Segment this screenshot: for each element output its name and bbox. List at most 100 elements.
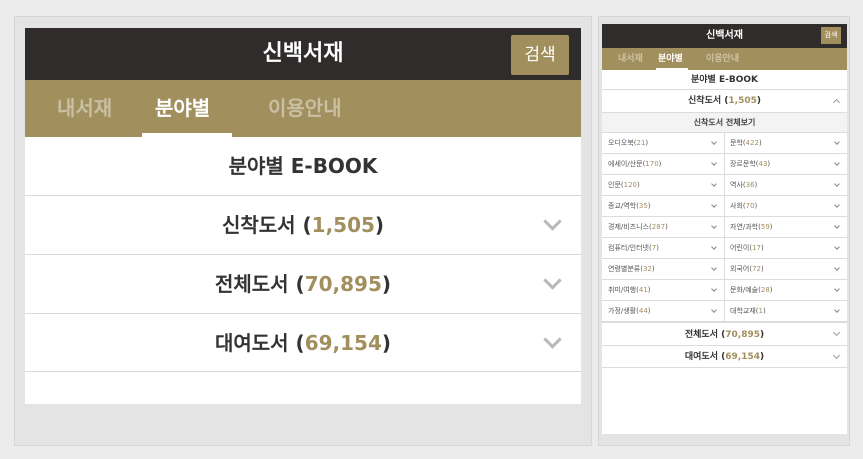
category-name: 문학 xyxy=(730,139,743,147)
category-item[interactable]: 오디오북(21) xyxy=(602,133,724,154)
category-name: 인문 xyxy=(608,181,621,189)
row-label: 전체도서 xyxy=(214,272,289,296)
category-count: 72 xyxy=(752,265,761,273)
category-name: 경제/비즈니스 xyxy=(608,223,649,231)
tab-by-category[interactable]: 분야별 xyxy=(658,48,683,70)
search-button[interactable]: 검색 xyxy=(821,27,841,44)
category-count: 36 xyxy=(745,181,755,189)
category-count: 44 xyxy=(638,307,648,315)
chevron-down-icon xyxy=(543,329,562,349)
chevron-down-icon xyxy=(711,265,717,271)
row-rented-books[interactable]: 대여도서 (69,154) xyxy=(602,346,847,368)
category-item[interactable]: 에세이/산문(170) xyxy=(602,154,724,175)
chevron-down-icon xyxy=(832,328,841,337)
row-new-books[interactable]: 신착도서 (1,505) xyxy=(602,90,847,113)
chevron-down-icon xyxy=(711,286,717,292)
row-count: 69,154 xyxy=(304,331,382,355)
category-item[interactable]: 장르문학(43) xyxy=(724,154,847,175)
category-grid: 오디오북(21) 문학(422) 에세이/산문(170) 장르문학(43) 인문(120… xyxy=(602,133,847,322)
chevron-down-icon xyxy=(834,202,840,208)
section-title: 분야별 E-BOOK xyxy=(602,70,847,90)
category-item[interactable]: 컴퓨터/인터넷(7) xyxy=(602,238,724,259)
category-count: 287 xyxy=(651,223,666,231)
row-new-books[interactable]: 신착도서 (1,505) xyxy=(25,196,581,255)
search-button[interactable]: 검색 xyxy=(511,35,569,75)
category-item[interactable]: 문화/예술(28) xyxy=(724,280,847,301)
category-item[interactable]: 경제/비즈니스(287) xyxy=(602,217,724,238)
tab-bar: 내서재 분야별 이용안내 xyxy=(602,48,847,70)
chevron-down-icon xyxy=(543,212,562,231)
row-rented-books[interactable]: 대여도서 (69,154) xyxy=(25,314,581,372)
tab-bar: 내서재 분야별 이용안내 xyxy=(25,80,581,137)
tab-by-category[interactable]: 분야별 xyxy=(155,80,210,137)
column-divider xyxy=(724,133,725,322)
chevron-down-icon xyxy=(711,307,717,313)
chevron-down-icon xyxy=(711,223,717,229)
chevron-down-icon xyxy=(834,286,840,292)
row-label: 대여도서 xyxy=(684,352,718,362)
category-item[interactable]: 취미/여행(41) xyxy=(602,280,724,301)
row-count: 69,154 xyxy=(725,352,760,362)
row-all-books[interactable]: 전체도서 (70,895) xyxy=(602,322,847,346)
category-count: 59 xyxy=(760,223,770,231)
category-name: 에세이/산문 xyxy=(608,160,643,168)
category-item[interactable]: 어린이(17) xyxy=(724,238,847,259)
chevron-down-icon xyxy=(834,265,840,271)
row-label: 신착도서 xyxy=(221,213,296,237)
category-item[interactable]: 인문(120) xyxy=(602,175,724,196)
category-name: 연령별분류 xyxy=(608,265,641,273)
category-item[interactable]: 종교/역학(35) xyxy=(602,196,724,217)
category-name: 역사 xyxy=(730,181,743,189)
chevron-down-icon xyxy=(711,160,717,166)
tab-guide[interactable]: 이용안내 xyxy=(268,80,342,137)
chevron-down-icon xyxy=(834,244,840,250)
category-name: 자연/과학 xyxy=(730,223,759,231)
view-all-link[interactable]: 신착도서 전체보기 xyxy=(602,113,847,133)
chevron-down-icon xyxy=(543,271,562,290)
category-count: 43 xyxy=(758,160,768,168)
category-item[interactable]: 자연/과학(59) xyxy=(724,217,847,238)
category-count: 120 xyxy=(623,181,637,189)
category-count: 170 xyxy=(645,160,659,168)
category-item[interactable]: 사회(70) xyxy=(724,196,847,217)
large-view: 신백서재 검색 내서재 분야별 이용안내 분야별 E-BOOK 신착도서 (1,… xyxy=(25,28,581,404)
app-title: 신백서재 xyxy=(706,30,743,41)
category-count: 32 xyxy=(642,265,652,273)
chevron-down-icon xyxy=(711,139,717,145)
category-name: 사회 xyxy=(730,202,743,210)
category-name: 어린이 xyxy=(730,244,750,252)
chevron-down-icon xyxy=(834,307,840,313)
chevron-down-icon xyxy=(711,181,717,187)
category-name: 문화/예술 xyxy=(730,286,759,294)
row-count: 1,505 xyxy=(311,213,375,237)
chevron-down-icon xyxy=(834,181,840,187)
category-item[interactable]: 문학(422) xyxy=(724,133,847,154)
category-item[interactable]: 역사(36) xyxy=(724,175,847,196)
category-count: 41 xyxy=(638,286,648,294)
row-label: 전체도서 xyxy=(684,330,718,340)
row-label: 대여도서 xyxy=(214,331,289,355)
category-count: 7 xyxy=(651,244,657,252)
row-count: 70,895 xyxy=(304,272,382,296)
app-title: 신백서재 xyxy=(262,41,344,66)
category-item[interactable]: 연령별분류(32) xyxy=(602,259,724,280)
row-count: 1,505 xyxy=(728,96,757,106)
tab-my-library[interactable]: 내서재 xyxy=(57,80,112,137)
category-name: 컴퓨터/인터넷 xyxy=(608,244,649,252)
chevron-down-icon xyxy=(834,223,840,229)
row-all-books[interactable]: 전체도서 (70,895) xyxy=(25,255,581,314)
category-item[interactable]: 대학교재(1) xyxy=(724,301,847,322)
chevron-down-icon xyxy=(711,202,717,208)
app-header: 신백서재 검색 xyxy=(25,28,581,80)
category-count: 35 xyxy=(638,202,648,210)
category-name: 오디오북 xyxy=(608,139,634,147)
tab-my-library[interactable]: 내서재 xyxy=(618,48,643,70)
row-label: 신착도서 xyxy=(688,96,722,106)
chevron-down-icon xyxy=(834,160,840,166)
tab-guide[interactable]: 이용안내 xyxy=(706,48,739,70)
category-item[interactable]: 가정/생활(44) xyxy=(602,301,724,322)
category-count: 1 xyxy=(758,307,763,315)
category-count: 17 xyxy=(752,244,761,252)
category-name: 장르문학 xyxy=(730,160,756,168)
category-item[interactable]: 외국어(72) xyxy=(724,259,847,280)
